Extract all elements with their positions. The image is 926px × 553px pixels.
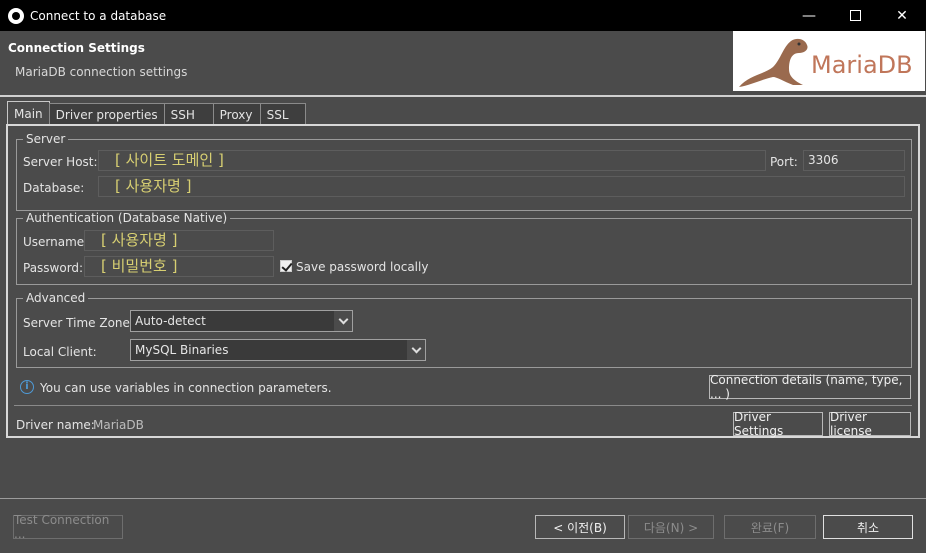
tab-ssl[interactable]: SSL bbox=[259, 103, 306, 125]
page-subtitle: MariaDB connection settings bbox=[15, 65, 188, 79]
local-client-select[interactable]: MySQL Binaries bbox=[130, 339, 426, 361]
tab-proxy[interactable]: Proxy bbox=[212, 103, 261, 125]
seal-icon bbox=[739, 38, 808, 87]
username-label: Username: bbox=[23, 235, 89, 249]
authentication-legend: Authentication (Database Native) bbox=[23, 211, 231, 225]
local-client-label: Local Client: bbox=[23, 345, 97, 359]
close-button[interactable]: ✕ bbox=[879, 0, 925, 31]
username-input[interactable]: [ 사용자명 ] bbox=[84, 230, 274, 251]
chevron-down-icon bbox=[407, 340, 425, 360]
tab-driver-properties[interactable]: Driver properties bbox=[48, 103, 165, 125]
port-label: Port: bbox=[770, 155, 798, 169]
info-icon: i bbox=[20, 380, 34, 394]
page-title: Connection Settings bbox=[8, 41, 145, 55]
maximize-icon bbox=[849, 10, 861, 21]
window-title: Connect to a database bbox=[30, 8, 167, 23]
mariadb-logo: MariaDB bbox=[733, 31, 925, 91]
server-host-input[interactable]: [ 사이트 도메인 ] bbox=[98, 150, 766, 171]
advanced-legend: Advanced bbox=[23, 291, 89, 305]
save-password-checkbox[interactable] bbox=[280, 260, 292, 272]
local-client-value: MySQL Binaries bbox=[135, 343, 229, 357]
app-icon bbox=[8, 7, 24, 24]
port-input[interactable]: 3306 bbox=[803, 150, 905, 171]
variables-info-text: You can use variables in connection para… bbox=[40, 381, 332, 395]
test-connection-button[interactable]: Test Connection ... bbox=[13, 513, 123, 541]
server-time-zone-value: Auto-detect bbox=[135, 314, 206, 328]
save-password-label[interactable]: Save password locally bbox=[296, 260, 428, 274]
password-input[interactable]: [ 비밀번호 ] bbox=[84, 256, 274, 277]
cancel-button[interactable]: 취소 bbox=[823, 515, 913, 539]
finish-button[interactable]: 완료(F) bbox=[724, 515, 816, 539]
tab-bar: Main Driver properties SSH Proxy SSL bbox=[7, 101, 306, 125]
database-label: Database: bbox=[23, 181, 85, 195]
wizard-header: Connection Settings MariaDB connection s… bbox=[0, 31, 926, 95]
tab-ssh[interactable]: SSH bbox=[163, 103, 214, 125]
database-input[interactable]: [ 사용자명 ] bbox=[98, 176, 905, 197]
driver-license-button[interactable]: Driver license bbox=[829, 410, 911, 438]
title-bar: Connect to a database — ✕ bbox=[0, 0, 926, 31]
password-label: Password: bbox=[23, 261, 84, 275]
chevron-down-icon bbox=[334, 311, 352, 331]
main-tab-panel: Server Server Host: [ 사이트 도메인 ] Port: 33… bbox=[6, 124, 920, 438]
server-host-label: Server Host: bbox=[23, 155, 98, 169]
back-button[interactable]: < 이전(B) bbox=[535, 515, 625, 539]
footer-divider bbox=[0, 498, 926, 499]
connection-details-button[interactable]: Connection details (name, type, ... ) bbox=[709, 373, 911, 401]
maximize-button[interactable] bbox=[832, 0, 878, 31]
logo-text: MariaDB bbox=[811, 51, 913, 79]
server-time-zone-label: Server Time Zone: bbox=[23, 316, 134, 330]
next-button[interactable]: 다음(N) > bbox=[628, 515, 714, 539]
header-divider bbox=[0, 95, 926, 97]
tab-main[interactable]: Main bbox=[7, 101, 50, 125]
driver-name-label: Driver name: bbox=[16, 418, 95, 432]
server-time-zone-select[interactable]: Auto-detect bbox=[130, 310, 353, 332]
driver-name-value: MariaDB bbox=[93, 418, 144, 432]
minimize-button[interactable]: — bbox=[786, 0, 832, 31]
driver-divider bbox=[14, 405, 912, 406]
driver-settings-button[interactable]: Driver Settings bbox=[733, 410, 823, 438]
server-legend: Server bbox=[23, 132, 69, 146]
